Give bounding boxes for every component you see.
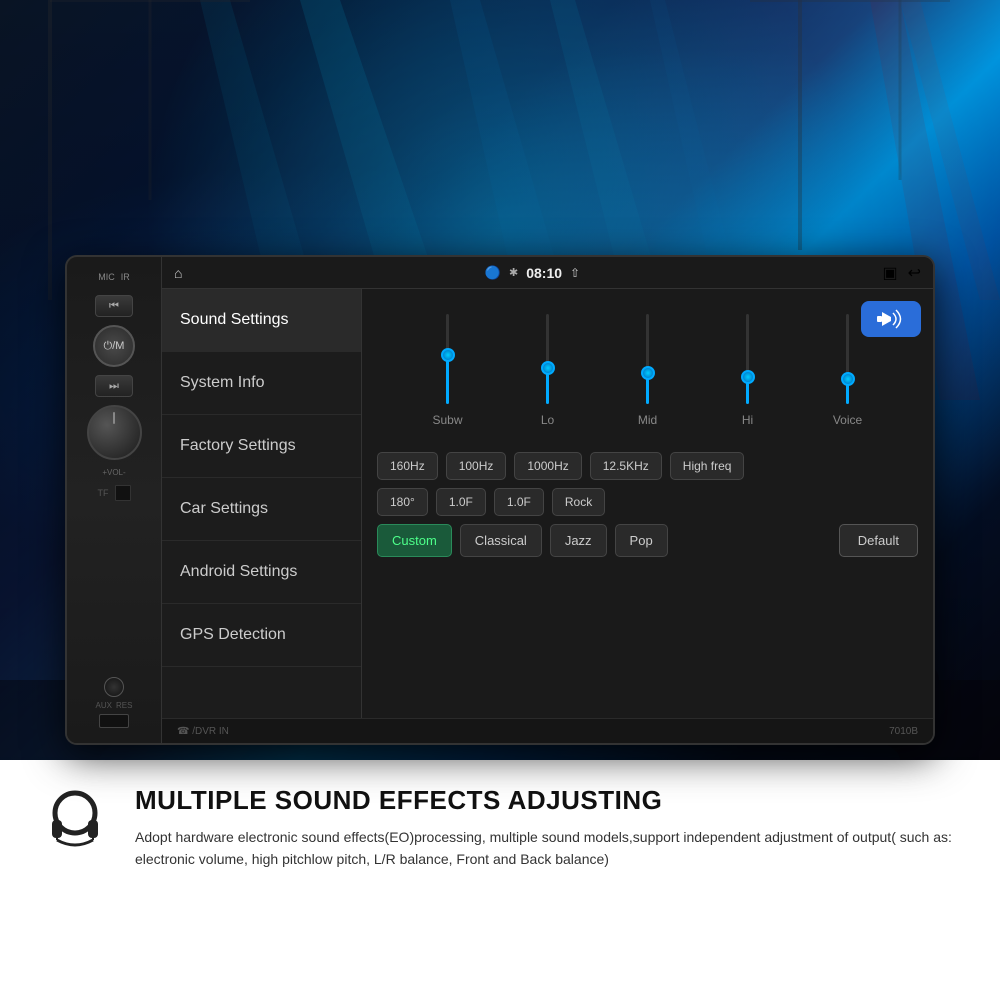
eq-channel-mid: Mid: [613, 314, 683, 439]
menu-item-sound-settings[interactable]: Sound Settings: [162, 289, 361, 352]
sound-icon-button[interactable]: [861, 301, 921, 337]
volume-knob[interactable]: [87, 405, 142, 460]
physical-controls-panel: MIC IR ⏮ ⏻/M ⏭ +VOL- TF AUX RE: [67, 257, 162, 743]
slider-track-subw[interactable]: [446, 314, 449, 404]
product-description-section: MULTIPLE SOUND EFFECTS ADJUSTING Adopt h…: [0, 760, 1000, 1000]
eq-label-lo: Lo: [541, 413, 554, 427]
phase-btn-1f2[interactable]: 1.0F: [494, 488, 544, 516]
eq-channel-subw: Subw: [413, 314, 483, 439]
freq-btn-100hz[interactable]: 100Hz: [446, 452, 507, 480]
main-screen: ⌂ 🔵 ✱ 08:10 ⇧ ▣ ↩ Sound Settin: [162, 257, 933, 718]
window-icon[interactable]: ▣: [882, 263, 897, 283]
slider-track-lo[interactable]: [546, 314, 549, 404]
aux-label: AUX: [96, 701, 112, 710]
menu-item-gps-detection[interactable]: GPS Detection: [162, 604, 361, 667]
product-description: Adopt hardware electronic sound effects(…: [135, 826, 960, 871]
res-label: RES: [116, 701, 132, 710]
model-label: 7010B: [889, 726, 918, 737]
preset-btn-pop[interactable]: Pop: [615, 524, 668, 557]
preset-btn-classical[interactable]: Classical: [460, 524, 542, 557]
freq-btn-160hz[interactable]: 160Hz: [377, 452, 438, 480]
menu-item-factory-settings[interactable]: Factory Settings: [162, 415, 361, 478]
headphone-icon: [40, 785, 110, 855]
default-button[interactable]: Default: [839, 524, 918, 557]
eq-label-mid: Mid: [638, 413, 657, 427]
eq-channel-hi: Hi: [713, 314, 783, 439]
next-button[interactable]: ⏭: [95, 375, 133, 397]
frequency-buttons-row: 160Hz 100Hz1000Hz 12.5KHz High freq: [377, 452, 918, 480]
phase-btn-180deg[interactable]: 180°: [377, 488, 428, 516]
product-headline: MULTIPLE SOUND EFFECTS ADJUSTING: [135, 785, 960, 816]
menu-item-car-settings[interactable]: Car Settings: [162, 478, 361, 541]
freq-btn-highfreq[interactable]: High freq: [670, 452, 745, 480]
usb-slot[interactable]: [99, 714, 129, 728]
phase-btn-rock[interactable]: Rock: [552, 488, 605, 516]
power-mode-button[interactable]: ⏻/M: [93, 325, 135, 367]
sound-settings-content: Subw Lo Mid Hi Voice: [362, 289, 933, 718]
preset-btn-jazz[interactable]: Jazz: [550, 524, 607, 557]
eq-label-subw: Subw: [432, 413, 462, 427]
slider-track-mid[interactable]: [646, 314, 649, 404]
car-stereo-device: MIC IR ⏮ ⏻/M ⏭ +VOL- TF AUX RE: [65, 255, 935, 745]
back-icon[interactable]: ↩: [908, 263, 921, 283]
main-content-area: Sound Settings System Info Factory Setti…: [162, 289, 933, 718]
home-icon[interactable]: ⌂: [174, 265, 182, 281]
menu-item-system-info[interactable]: System Info: [162, 352, 361, 415]
slider-track-hi[interactable]: [746, 314, 749, 404]
phase-filter-row: 180° 1.0F 1.0F Rock: [377, 488, 918, 516]
prev-button[interactable]: ⏮: [95, 295, 133, 317]
eq-label-hi: Hi: [742, 413, 753, 427]
dvr-label: ☎ /DVR IN: [177, 726, 229, 737]
eq-sliders-section: Subw Lo Mid Hi Voice: [377, 304, 918, 444]
ir-label: IR: [121, 272, 130, 282]
freq-btn-1000hz[interactable]: 1000Hz: [514, 452, 581, 480]
preset-buttons-row: CustomClassicalJazzPop Default: [377, 524, 918, 557]
eq-label-voice: Voice: [833, 413, 862, 427]
preset-btn-custom[interactable]: Custom: [377, 524, 452, 557]
status-bar: ⌂ 🔵 ✱ 08:10 ⇧ ▣ ↩: [162, 257, 933, 289]
bluetooth-icon: 🔵: [485, 265, 501, 281]
settings-menu: Sound Settings System Info Factory Setti…: [162, 289, 362, 718]
freq-btn-125khz[interactable]: 12.5KHz: [590, 452, 662, 480]
mic-label: MIC: [98, 272, 115, 282]
tf-slot[interactable]: [115, 485, 131, 501]
status-time: 08:10: [526, 265, 562, 281]
slider-track-voice[interactable]: [846, 314, 849, 404]
phase-btn-1f1[interactable]: 1.0F: [436, 488, 486, 516]
device-bottom-bar: ☎ /DVR IN 7010B: [162, 718, 933, 743]
aux-jack[interactable]: [104, 677, 124, 697]
vol-label: +VOL-: [102, 468, 125, 477]
signal-up-icon: ⇧: [570, 266, 580, 280]
tf-label: TF: [98, 488, 109, 498]
bt-icon2: ✱: [509, 266, 518, 279]
menu-item-android-settings[interactable]: Android Settings: [162, 541, 361, 604]
eq-channel-lo: Lo: [513, 314, 583, 439]
